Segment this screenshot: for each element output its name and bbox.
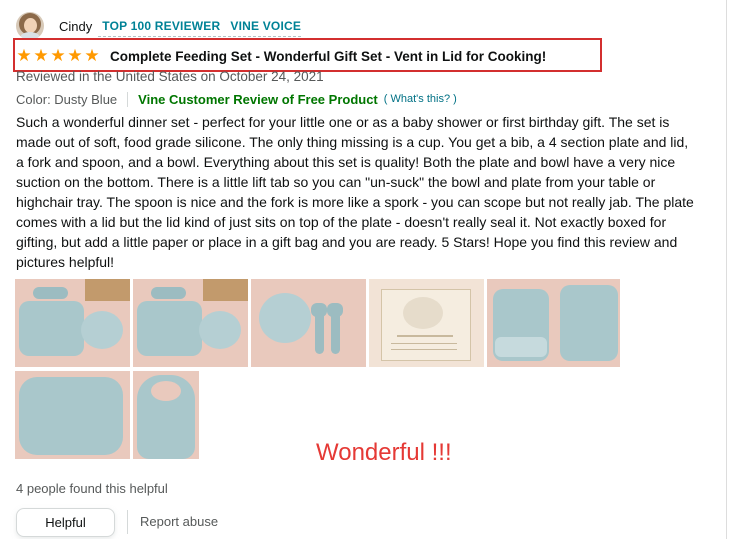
footer-divider <box>127 510 128 534</box>
helpful-count: 4 people found this helpful <box>16 481 168 496</box>
review-date: Reviewed in the United States on October… <box>16 69 324 84</box>
star-icon: ★ <box>84 46 100 66</box>
report-abuse-link[interactable]: Report abuse <box>140 514 218 529</box>
review-title[interactable]: Complete Feeding Set - Wonderful Gift Se… <box>110 49 546 64</box>
review-title-row[interactable]: ★ ★ ★ ★ ★ Complete Feeding Set - Wonderful G… <box>16 46 546 66</box>
badge-top-reviewer[interactable]: TOP 100 REVIEWER <box>102 19 220 33</box>
review-photo-4[interactable] <box>369 279 484 367</box>
image-annotation: Wonderful !!! <box>316 439 452 466</box>
whats-this-link[interactable]: ( What's this? ) <box>384 93 457 105</box>
helpful-button[interactable]: Helpful <box>16 508 115 537</box>
review-photo-gallery <box>15 279 625 460</box>
whats-this-text[interactable]: What's this? <box>391 93 451 105</box>
badge-underline <box>98 36 301 37</box>
review-photo-7[interactable] <box>15 371 130 459</box>
review-body: Such a wonderful dinner set - perfect fo… <box>16 114 694 270</box>
review-photo-3[interactable] <box>251 279 366 367</box>
review-photo-6[interactable] <box>556 279 620 367</box>
review-photo-8[interactable] <box>133 371 199 459</box>
star-icon: ★ <box>50 46 66 66</box>
review-photo-1[interactable] <box>15 279 130 367</box>
star-icon: ★ <box>67 46 83 66</box>
review-photo-2[interactable] <box>133 279 248 367</box>
star-icon: ★ <box>16 46 32 66</box>
star-rating[interactable]: ★ ★ ★ ★ ★ <box>16 46 101 66</box>
meta-divider <box>127 91 129 107</box>
star-icon: ★ <box>33 46 49 66</box>
vine-review-label: Vine Customer Review of Free Product <box>138 91 378 107</box>
reviewer-name[interactable]: Cindy <box>59 19 92 34</box>
badge-vine-voice[interactable]: VINE VOICE <box>230 19 301 33</box>
panel-border <box>726 0 727 539</box>
color-variant[interactable]: Color: Dusty Blue <box>16 92 117 107</box>
avatar[interactable] <box>16 12 44 40</box>
review-meta-row: Color: Dusty Blue Vine Customer Review o… <box>16 90 457 108</box>
